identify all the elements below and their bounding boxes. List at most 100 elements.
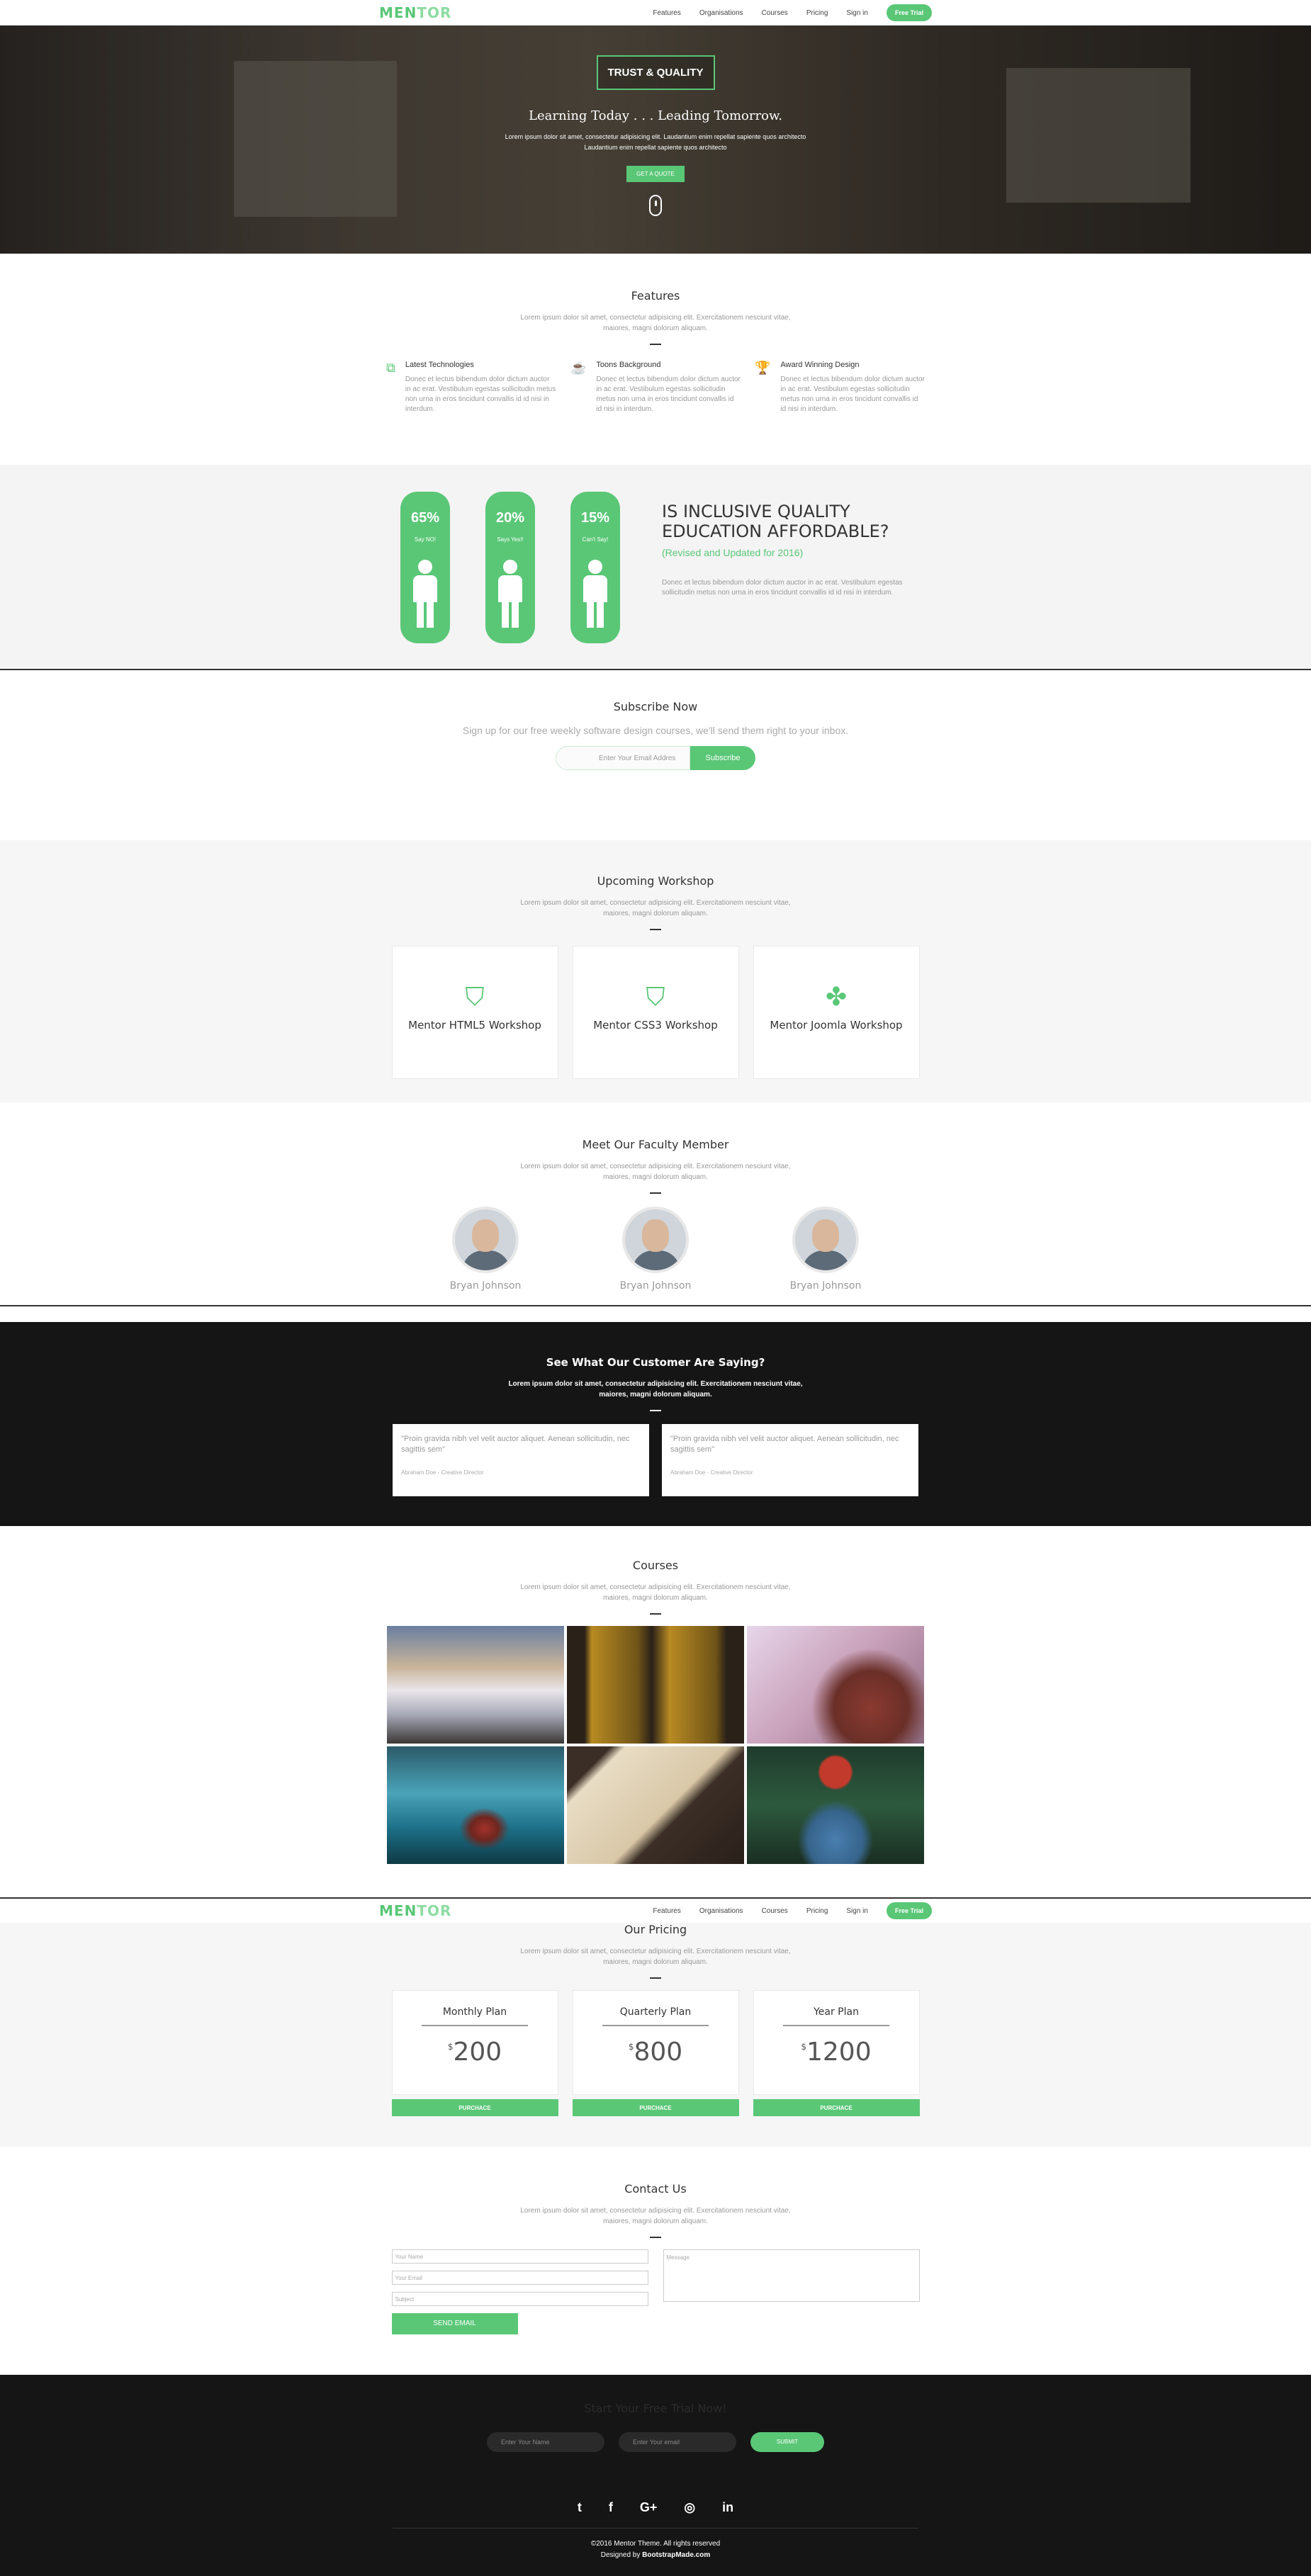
courses-sub-line1: Lorem ipsum dolor sit amet, consectetur … [520,1583,791,1591]
divider [650,1192,661,1194]
plan-name: Monthly Plan [442,2006,507,2018]
contact-form: Your Name Your Email Subject SEND EMAIL … [391,2249,920,2334]
course-image-wood-panels[interactable] [567,1626,744,1744]
faculty-name: Bryan Johnson [449,1280,522,1292]
nav-item-sign-in[interactable]: Sign in [846,1907,868,1915]
google-plus-icon[interactable]: G+ [640,2500,658,2515]
nav-item-features[interactable]: Features [653,1907,680,1915]
workshop-card[interactable]: ⛉ Mentor CSS3 Workshop [572,946,739,1079]
plan-price-value: 200 [453,2038,502,2067]
nav-item-courses[interactable]: Courses [762,9,788,17]
workshop-section: Upcoming Workshop Lorem ipsum dolor sit … [0,840,1311,1102]
subscribe-lead: Sign up for our free weekly software des… [462,725,849,736]
nav-item-pricing[interactable]: Pricing [806,1907,828,1915]
free-trial-button[interactable]: Free Trial [886,4,932,21]
faculty-name: Bryan Johnson [789,1280,862,1292]
faculty-member[interactable]: Bryan Johnson [613,1207,698,1292]
faculty-member[interactable]: Bryan Johnson [783,1207,868,1292]
avatar [622,1207,689,1273]
features-subtitle: Lorem ipsum dolor sit amet, consectetur … [0,312,1311,334]
purchase-button[interactable]: PURCHACE [572,2099,739,2116]
stat-pill: 20% Says Yes!! [485,492,535,643]
twitter-icon[interactable]: t [578,2500,582,2515]
course-image-notebook[interactable] [567,1746,744,1864]
pricing-title: Our Pricing [624,1923,687,1936]
css3-icon: ⛉ [646,982,665,1011]
nav-item-organisations[interactable]: Organisations [699,1907,743,1915]
faculty-member[interactable]: Bryan Johnson [443,1207,528,1292]
logo[interactable]: MENTOR [379,4,451,21]
stats-subheading: (Revised and Updated for 2016) [662,547,804,558]
scroll-mouse-icon[interactable] [649,195,662,216]
features-title: Features [631,289,680,303]
dribbble-icon[interactable]: ◎ [684,2500,695,2515]
facebook-icon[interactable]: f [609,2500,613,2515]
workshop-card[interactable]: ⛉ Mentor HTML5 Workshop [391,946,558,1079]
feature-item: ☕ Toons Background Donec et lectus bibend… [570,361,741,414]
free-trial-button[interactable]: Free Trial [886,1902,932,1919]
trophy-icon: 🏆 [755,361,771,375]
courses-gallery [387,1626,924,1864]
testimonial-card: "Proin gravida nibh vel velit auctor ali… [393,1424,649,1496]
course-image-lake-canoe[interactable] [387,1746,564,1864]
courses-section: Courses Lorem ipsum dolor sit amet, cons… [0,1526,1311,1897]
currency-symbol: $ [628,2042,634,2052]
testimonials-section: See What Our Customer Are Saying? Lorem … [0,1322,1311,1526]
stat-label: Can't Say! [582,536,609,543]
contact-section: Contact Us Lorem ipsum dolor sit amet, c… [0,2147,1311,2375]
contact-sub-line1: Lorem ipsum dolor sit amet, consectetur … [520,2207,791,2215]
subscribe-button[interactable]: Subscribe [690,746,755,770]
message-field[interactable]: Message [663,2249,920,2302]
logo[interactable]: MENTOR [379,1902,451,1919]
copyright-text: ©2016 Mentor Theme. All rights reserved [590,2540,721,2548]
nav-item-pricing[interactable]: Pricing [806,9,828,17]
feature-text: Donec et lectus bibendum dolor dictum au… [780,375,925,413]
stats-text: Donec et lectus bibendum dolor dictum au… [662,579,903,597]
logo-part-a: MEN [379,4,417,21]
subject-field[interactable]: Subject [391,2292,648,2306]
linkedin-icon[interactable]: in [722,2500,733,2515]
footer-email-input[interactable]: Enter Your email [619,2432,736,2452]
get-quote-button[interactable]: GET A QUOTE [626,166,685,182]
workshop-title: Upcoming Workshop [597,874,714,888]
subscribe-email-input[interactable]: Enter Your Email Addres [556,746,690,770]
nav-item-organisations[interactable]: Organisations [699,9,743,17]
email-field[interactable]: Your Email [391,2271,648,2285]
workshop-card[interactable]: ✤ Mentor Joomla Workshop [753,946,920,1079]
designed-by-link[interactable]: BootstrapMade.com [642,2551,710,2559]
feature-title: Latest Technologies [405,361,474,369]
hero-text-line1: Lorem ipsum dolor sit amet, consectetur … [505,133,806,140]
nav-item-features[interactable]: Features [653,9,680,17]
send-email-button[interactable]: SEND EMAIL [391,2313,518,2334]
nav-item-sign-in[interactable]: Sign in [846,9,868,17]
joomla-icon: ✤ [825,982,848,1011]
name-field[interactable]: Your Name [391,2249,648,2264]
course-image-hiker[interactable] [747,1626,924,1744]
courses-subtitle: Lorem ipsum dolor sit amet, consectetur … [0,1582,1311,1603]
course-image-photographer[interactable] [747,1746,924,1864]
stats-heading-line2: EDUCATION AFFORDABLE? [662,521,889,541]
purchase-button[interactable]: PURCHACE [391,2099,558,2116]
testimonial-card: "Proin gravida nibh vel velit auctor ali… [662,1424,918,1496]
feature-item: ⧉ Latest Technologies Donec et lectus bib… [386,361,556,414]
plan-divider [602,2025,709,2026]
faculty-section: Meet Our Faculty Member Lorem ipsum dolo… [0,1102,1311,1306]
stat-pill: 15% Can't Say! [570,492,620,643]
footer-name-input[interactable]: Enter Your Name [487,2432,604,2452]
plan-name: Quarterly Plan [619,2006,692,2018]
feature-title: Toons Background [596,361,661,369]
sticky-navbar: MENTOR Features Organisations Courses Pr… [0,1897,1311,1923]
workshop-card-title: Mentor HTML5 Workshop [408,1019,541,1032]
plan-price: $200 [393,2038,558,2067]
nav-item-courses[interactable]: Courses [762,1907,788,1915]
currency-symbol: $ [801,2042,806,2052]
purchase-button[interactable]: PURCHACE [753,2099,920,2116]
footer-submit-button[interactable]: SUBMIT [750,2432,824,2452]
testimonial-author: Abraham Doe - Creative Director [401,1469,484,1476]
workshop-card-title: Mentor Joomla Workshop [770,1019,903,1032]
avatar [452,1207,519,1273]
course-image-mountain-clouds[interactable] [387,1626,564,1744]
copyright: ©2016 Mentor Theme. All rights reserved … [0,2538,1311,2561]
stat-percent: 15% [580,510,610,526]
hero-content: TRUST & QUALITY Learning Today . . . Lea… [0,55,1311,216]
